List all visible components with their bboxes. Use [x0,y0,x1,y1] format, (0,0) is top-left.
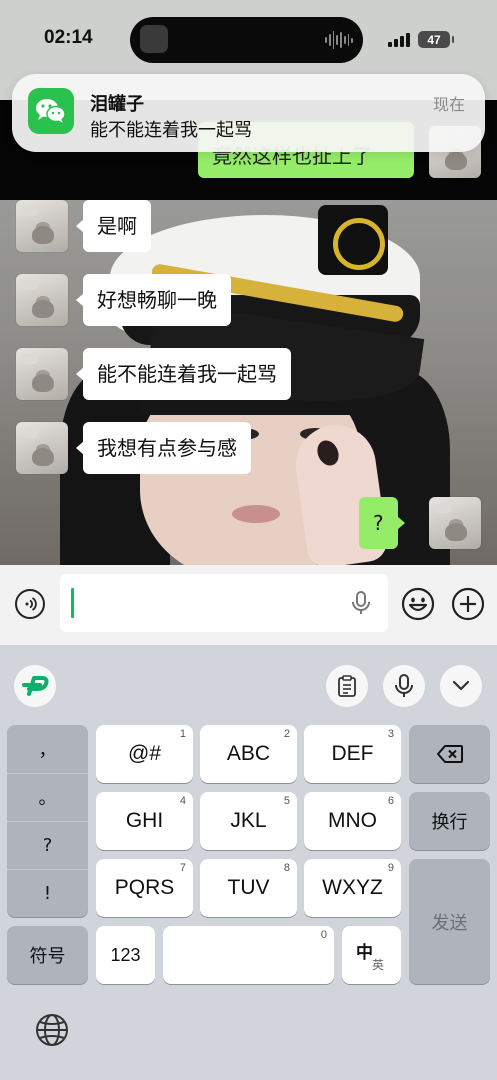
key-tuv[interactable]: TUV 8 [200,859,297,917]
message-bubble-incoming[interactable]: 是啊 [76,200,151,252]
key-abc[interactable]: ABC 2 [200,725,297,783]
battery-icon: 47 [418,31,454,48]
avatar-contact[interactable] [16,348,68,400]
wechat-icon [28,88,74,134]
symbols-key[interactable]: 符号 [7,926,88,984]
cellular-signal-icon [388,33,412,47]
language-switch-key[interactable]: 中 英 [342,926,401,984]
message-bubble-incoming[interactable]: 好想畅聊一晚 [76,274,231,326]
emoji-icon [401,587,435,621]
punct-key[interactable]: 。 [7,773,88,822]
status-time: 02:14 [44,27,93,48]
numbers-key[interactable]: 123 [96,926,155,984]
message-input[interactable] [60,574,388,632]
send-key[interactable]: 发送 [409,859,490,984]
clipboard-icon [338,675,356,697]
avatar-contact[interactable] [16,274,68,326]
emoji-button[interactable] [400,586,436,622]
plus-icon [451,587,485,621]
text-caret [71,588,74,618]
ime-logo-icon [22,676,49,696]
message-bubble-outgoing[interactable]: ? [359,497,405,549]
message-text: 是啊 [97,214,137,238]
chat-input-bar [0,565,497,645]
notification-title: 泪罐子 [90,94,144,115]
key-wxyz[interactable]: WXYZ 9 [304,859,401,917]
key-ghi[interactable]: GHI 4 [96,792,193,850]
punct-key[interactable]: ! [7,869,88,917]
message-notification[interactable]: 泪罐子 能不能连着我一起骂 现在 [12,74,485,152]
key-pqrs[interactable]: PQRS 7 [96,859,193,917]
backspace-icon [436,745,463,763]
keyboard: ， 。 ? ! @# 1 ABC 2 DEF 3 GHI 4 JKL 5 MNO… [0,645,497,1080]
notification-body: 能不能连着我一起骂 [90,120,252,141]
space-key[interactable]: 0 [163,926,334,984]
backspace-key[interactable] [409,725,490,783]
microphone-icon [395,674,413,697]
microphone-icon[interactable] [350,590,372,616]
message-bubble-incoming[interactable]: 能不能连着我一起骂 [76,348,291,400]
voice-icon [25,597,37,611]
voice-input-button[interactable] [15,589,45,619]
newline-key[interactable]: 换行 [409,792,490,850]
hide-keyboard-button[interactable] [440,665,482,707]
key-def[interactable]: DEF 3 [304,725,401,783]
chevron-down-icon [452,680,470,691]
battery-level: 47 [427,32,441,47]
key-jkl[interactable]: JKL 5 [200,792,297,850]
avatar-contact[interactable] [16,422,68,474]
audio-waveform-icon [325,30,353,50]
message-text: ? [373,511,384,535]
message-text: 好想畅聊一晚 [97,288,217,312]
key-symbols-at[interactable]: @# 1 [96,725,193,783]
clipboard-button[interactable] [326,665,368,707]
now-playing-app-icon [140,25,168,53]
globe-icon [36,1014,68,1046]
globe-button[interactable] [35,1013,69,1047]
key-mno[interactable]: MNO 6 [304,792,401,850]
message-bubble-incoming[interactable]: 我想有点参与感 [76,422,251,474]
avatar-contact[interactable] [16,200,68,252]
notification-time: 现在 [432,95,465,114]
avatar-self[interactable] [429,497,481,549]
more-button[interactable] [450,586,486,622]
ime-logo-button[interactable] [14,665,56,707]
punct-key[interactable]: ? [7,821,88,870]
punct-key[interactable]: ， [7,725,88,774]
keyboard-voice-button[interactable] [383,665,425,707]
punctuation-column[interactable]: ， 。 ? ! [7,725,88,917]
message-text: 我想有点参与感 [97,436,237,460]
message-text: 能不能连着我一起骂 [97,362,277,386]
